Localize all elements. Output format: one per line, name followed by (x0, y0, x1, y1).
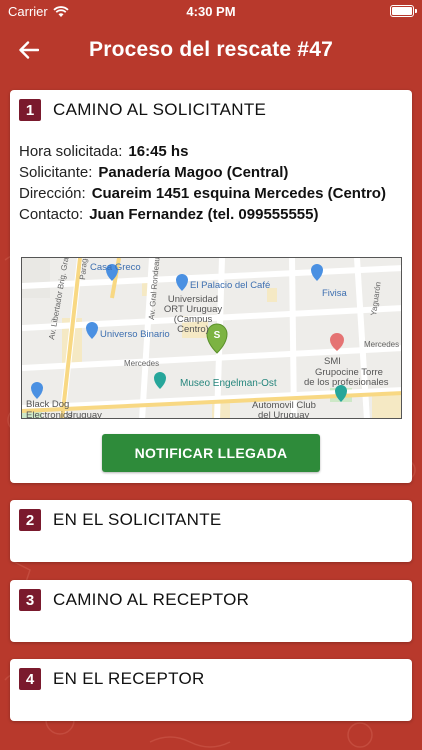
request-details: Hora solicitada: 16:45 hs Solicitante: P… (19, 142, 404, 226)
step-header: 4 EN EL RECEPTOR (19, 668, 205, 690)
map-label: Casa Greco (90, 262, 141, 273)
status-bar: Carrier 4:30 PM (0, 0, 422, 22)
detail-value: Juan Fernandez (tel. 099555555) (89, 206, 319, 223)
map-label: Uruguay (66, 410, 102, 419)
map-label: Fivisa (322, 288, 348, 299)
map-label: Mercedes (124, 359, 159, 368)
step-title: CAMINO AL RECEPTOR (53, 590, 250, 609)
step-title: CAMINO AL SOLICITANTE (53, 100, 267, 119)
detail-row-address: Dirección: Cuareim 1451 esquina Mercedes… (19, 184, 404, 203)
notify-arrival-button[interactable]: NOTIFICAR LLEGADA (102, 434, 320, 472)
step-title: EN EL RECEPTOR (53, 669, 205, 688)
map-label: Museo Engelman-Ost (180, 378, 277, 389)
battery-icon (390, 5, 417, 17)
detail-value: 16:45 hs (128, 143, 189, 160)
map-label: de los profesionales (304, 377, 389, 388)
marker-letter: S (214, 330, 221, 341)
detail-value: Cuareim 1451 esquina Mercedes (Centro) (91, 185, 386, 202)
map-label: El Palacio del Café (190, 280, 270, 291)
step-title: EN EL SOLICITANTE (53, 510, 222, 529)
step-card-4[interactable]: 4 EN EL RECEPTOR (10, 659, 412, 721)
step-number-badge: 1 (19, 99, 41, 121)
map-label: Mercedes (364, 340, 399, 349)
nav-bar: Proceso del rescate #47 (0, 22, 422, 78)
step-header: 3 CAMINO AL RECEPTOR (19, 589, 249, 611)
step-header: 1 CAMINO AL SOLICITANTE (19, 99, 266, 121)
status-time: 4:30 PM (186, 4, 236, 19)
detail-label: Dirección: (19, 185, 86, 202)
step-number-badge: 4 (19, 668, 41, 690)
step-header: 2 EN EL SOLICITANTE (19, 509, 222, 531)
detail-label: Hora solicitada: (19, 143, 123, 160)
detail-label: Solicitante: (19, 164, 93, 181)
map-label: del Uruguay (258, 410, 309, 419)
location-map[interactable]: S Casa Greco El Palacio del Café Fivisa … (21, 257, 402, 419)
detail-value: Panadería Magoo (Central) (98, 164, 289, 181)
map-label: Centro) (177, 324, 209, 335)
map-label: Black Dog (26, 399, 69, 410)
step-card-1[interactable]: 1 CAMINO AL SOLICITANTE Hora solicitada:… (10, 90, 412, 483)
map-label: Universo Binario (100, 329, 170, 340)
step-number-badge: 3 (19, 589, 41, 611)
detail-label: Contacto: (19, 206, 84, 223)
detail-row-contact: Contacto: Juan Fernandez (tel. 099555555… (19, 205, 404, 224)
page-title: Proceso del rescate #47 (89, 38, 333, 61)
map-label: SMI (324, 356, 341, 367)
step-card-3[interactable]: 3 CAMINO AL RECEPTOR (10, 580, 412, 642)
step-card-2[interactable]: 2 EN EL SOLICITANTE (10, 500, 412, 562)
step-number-badge: 2 (19, 509, 41, 531)
detail-row-time: Hora solicitada: 16:45 hs (19, 142, 404, 161)
detail-row-requester: Solicitante: Panadería Magoo (Central) (19, 163, 404, 182)
